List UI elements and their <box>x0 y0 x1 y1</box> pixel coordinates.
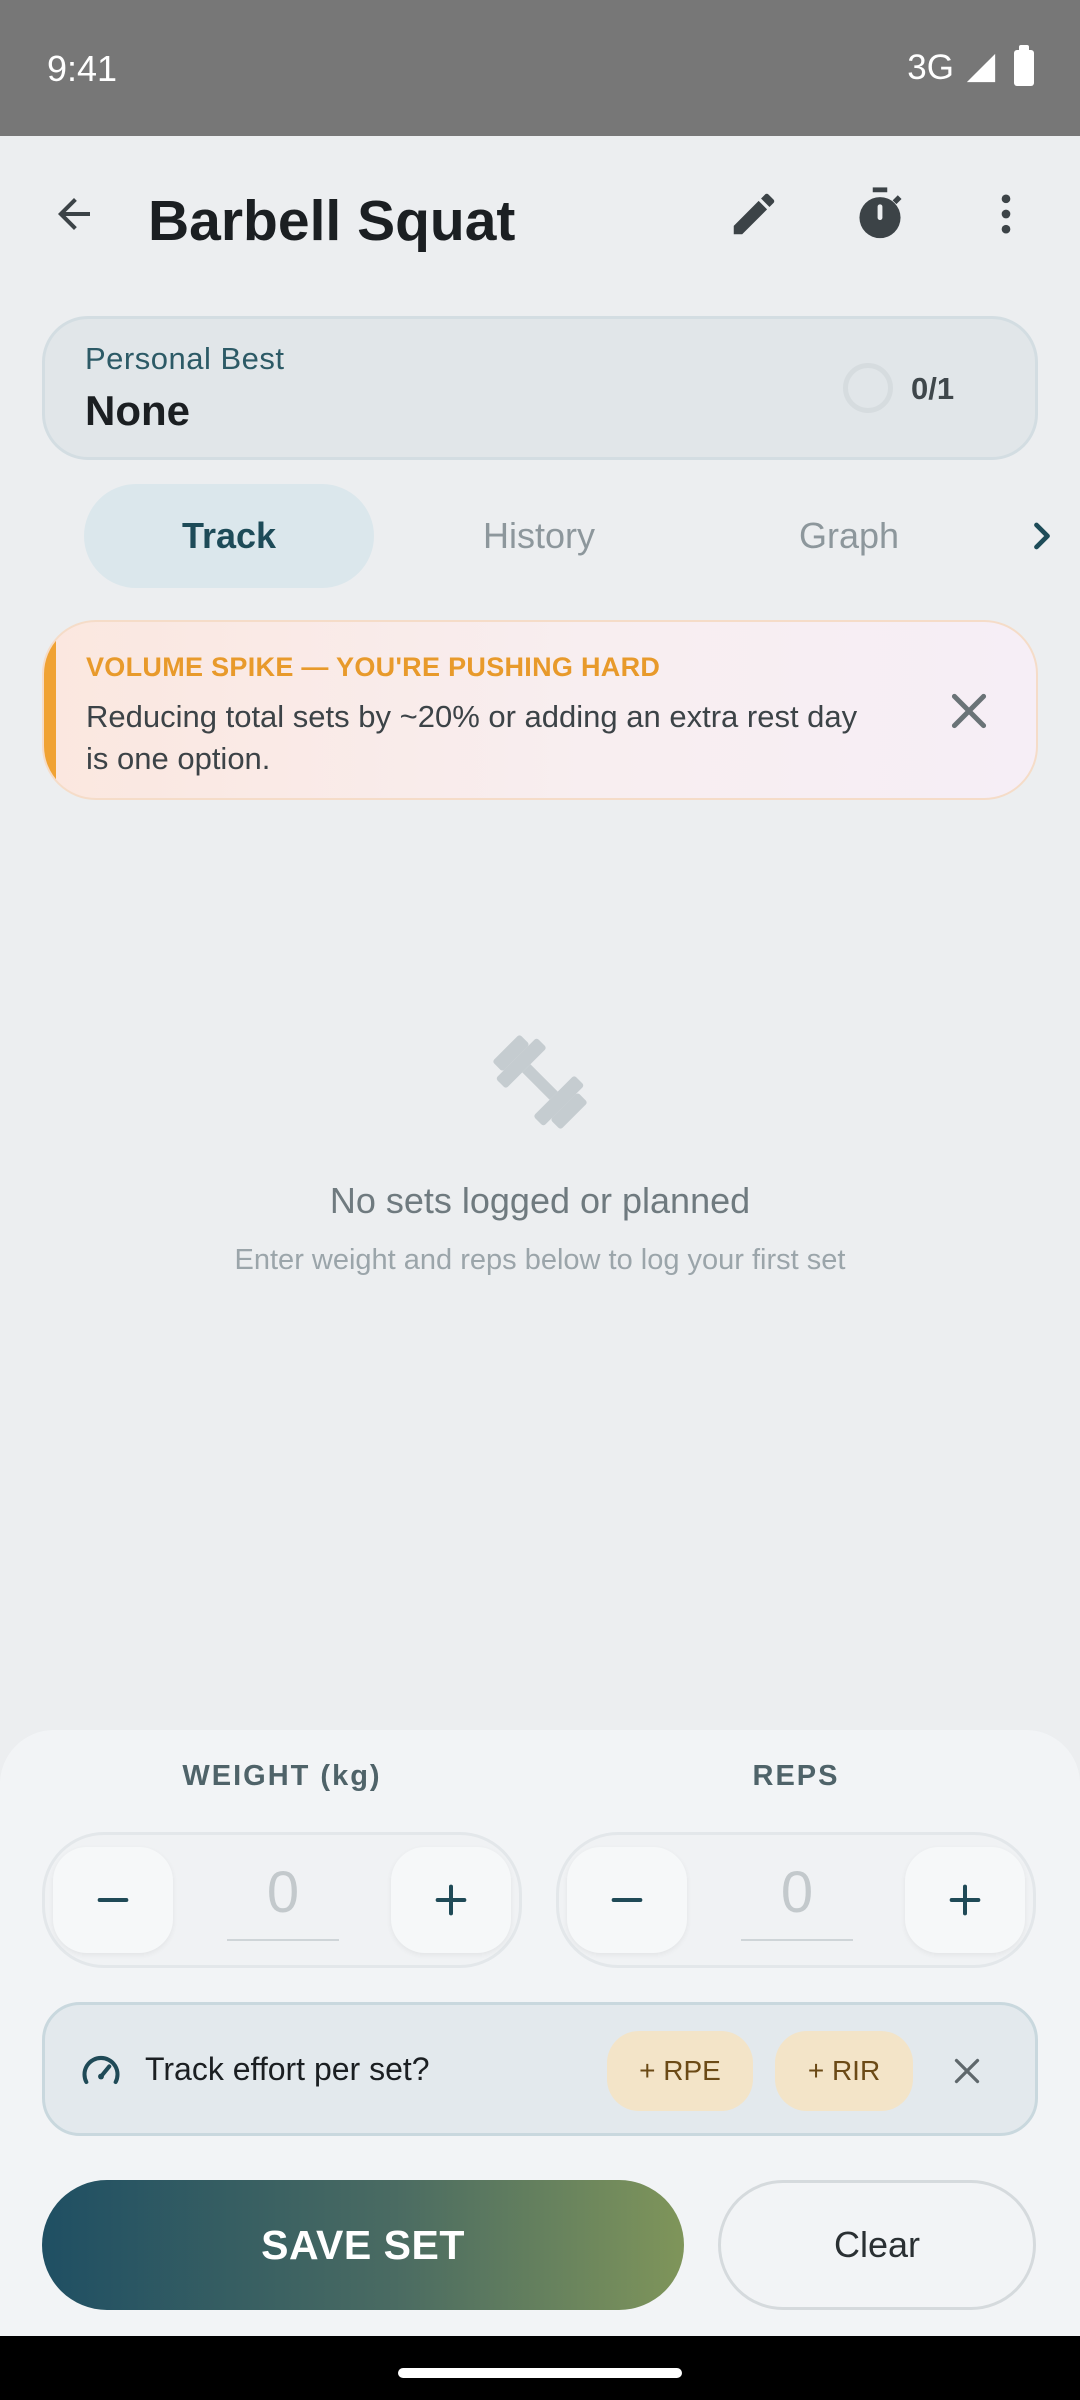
clear-button[interactable]: Clear <box>718 2180 1036 2310</box>
pencil-icon <box>733 193 775 235</box>
network-type: 3G <box>907 48 954 87</box>
alert-accent-stripe <box>44 622 56 798</box>
plus-icon <box>435 1884 467 1916</box>
weight-input[interactable]: 0 <box>225 1859 341 1926</box>
edit-button[interactable] <box>718 178 790 250</box>
back-button[interactable] <box>38 178 110 250</box>
alert-title: VOLUME SPIKE — YOU'RE PUSHING HARD <box>86 652 661 682</box>
status-bar: 9:41 3G <box>0 0 1080 136</box>
reps-label: REPS <box>752 1760 840 1792</box>
status-indicators: 3G <box>907 45 1034 88</box>
reps-increment-button[interactable] <box>905 1847 1025 1953</box>
add-rir-chip[interactable]: + RIR <box>775 2031 913 2111</box>
signal-icon <box>966 53 996 83</box>
reps-underline <box>741 1939 853 1941</box>
dumbbell-icon <box>493 1035 587 1129</box>
empty-state-subtitle: Enter weight and reps below to log your … <box>234 1244 846 1276</box>
arrow-back-icon <box>58 198 90 230</box>
more-options-button[interactable] <box>970 178 1042 250</box>
tab-bar: Track History Graph <box>84 484 1050 588</box>
stopwatch-icon <box>859 187 902 239</box>
close-icon[interactable] <box>944 686 994 736</box>
weight-underline <box>227 1939 339 1941</box>
reps-stepper: 0 <box>556 1832 1036 1968</box>
alert-body: Reducing total sets by ~20% or adding an… <box>86 699 858 776</box>
tab-graph[interactable]: Graph <box>704 484 994 588</box>
chevron-right-icon[interactable] <box>1020 514 1064 558</box>
weight-stepper: 0 <box>42 1832 522 1968</box>
personal-best-card: Personal Best None 0/1 <box>42 316 1038 460</box>
progress-ring <box>843 363 893 413</box>
timer-button[interactable] <box>844 178 916 250</box>
volume-spike-alert: VOLUME SPIKE — YOU'RE PUSHING HARD Reduc… <box>42 620 1038 800</box>
minus-icon <box>611 1898 643 1902</box>
speedometer-icon <box>82 2055 120 2085</box>
app-bar: Barbell Squat <box>0 136 1080 304</box>
effort-prompt-text: Track effort per set? <box>145 2051 430 2087</box>
more-vert-icon <box>1001 194 1011 234</box>
personal-best-value: None <box>85 387 190 434</box>
tab-history[interactable]: History <box>394 484 684 588</box>
tab-track[interactable]: Track <box>84 484 374 588</box>
page-title: Barbell Squat <box>148 189 516 253</box>
effort-tracking-prompt: Track effort per set? + RPE + RIR <box>42 2002 1038 2136</box>
reps-input[interactable]: 0 <box>739 1859 855 1926</box>
plus-icon <box>949 1884 981 1916</box>
personal-best-label: Personal Best <box>85 341 285 376</box>
system-nav-bar <box>0 2336 1080 2400</box>
add-rpe-chip[interactable]: + RPE <box>607 2031 753 2111</box>
personal-best-count: 0/1 <box>911 371 955 406</box>
close-icon[interactable] <box>949 2053 985 2089</box>
save-set-button[interactable]: SAVE SET <box>42 2180 684 2310</box>
reps-decrement-button[interactable] <box>567 1847 687 1953</box>
battery-icon <box>1014 45 1034 86</box>
weight-increment-button[interactable] <box>391 1847 511 1953</box>
status-time: 9:41 <box>47 48 118 89</box>
empty-state-title: No sets logged or planned <box>329 1180 751 1221</box>
home-gesture-pill[interactable] <box>398 2368 682 2378</box>
weight-label: WEIGHT (kg) <box>182 1760 382 1792</box>
minus-icon <box>97 1898 129 1902</box>
weight-decrement-button[interactable] <box>53 1847 173 1953</box>
